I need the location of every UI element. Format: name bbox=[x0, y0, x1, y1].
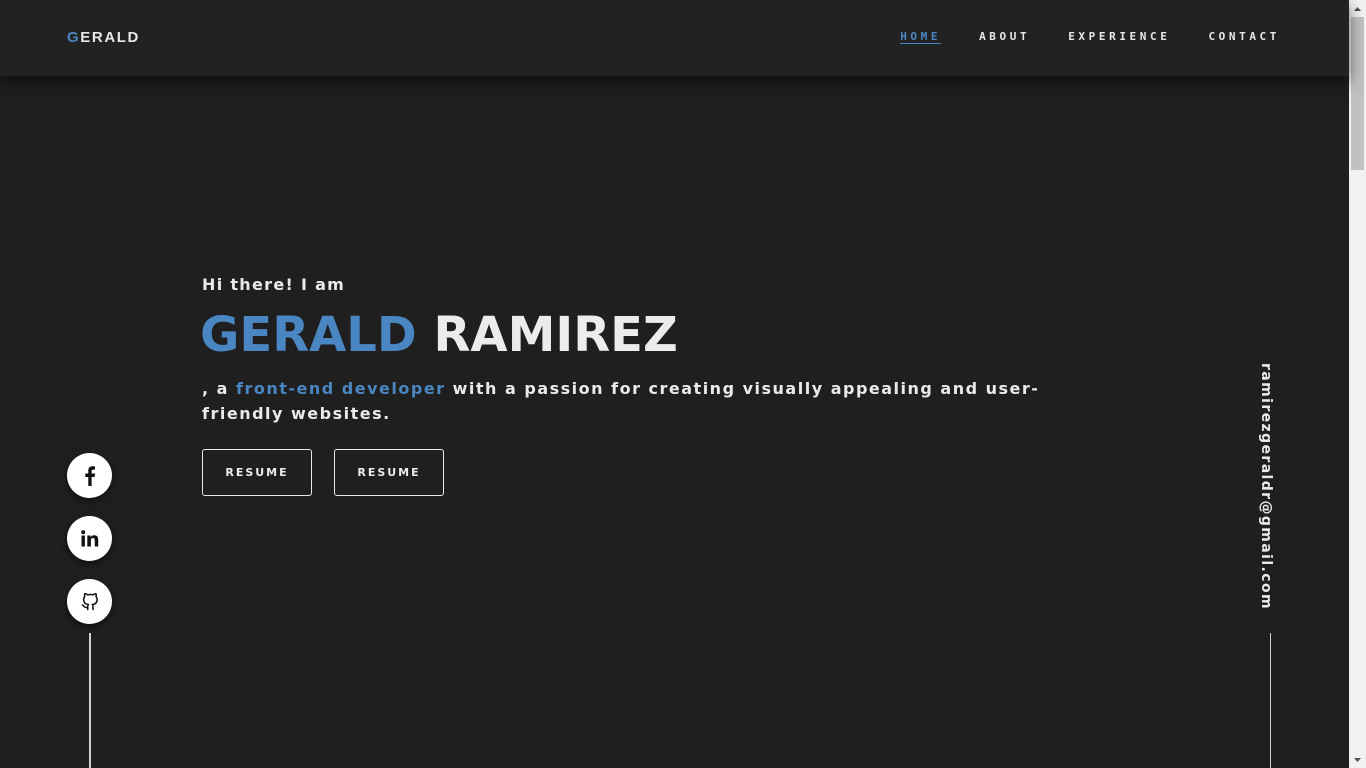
nav-home[interactable]: HOME bbox=[900, 30, 941, 43]
linkedin-link[interactable] bbox=[67, 516, 112, 561]
vertical-scrollbar[interactable] bbox=[1349, 0, 1366, 768]
main-nav: HOME ABOUT EXPERIENCE CONTACT bbox=[862, 30, 1280, 43]
scroll-up-icon[interactable] bbox=[1349, 0, 1366, 17]
github-icon bbox=[81, 592, 98, 610]
hero-tagline: , a front-end developer with a passion f… bbox=[202, 376, 1112, 426]
nav-experience[interactable]: EXPERIENCE bbox=[1068, 30, 1170, 43]
tagline-role: front-end developer bbox=[236, 379, 446, 398]
hero-first-name: GERALD bbox=[200, 307, 417, 363]
email-divider-line bbox=[1270, 633, 1271, 768]
page: GERALD HOME ABOUT EXPERIENCE CONTACT Hi … bbox=[0, 0, 1349, 768]
linkedin-icon bbox=[80, 530, 98, 547]
github-link[interactable] bbox=[67, 579, 112, 624]
nav-contact[interactable]: CONTACT bbox=[1208, 30, 1280, 43]
hero-last-name: RAMIREZ bbox=[433, 307, 678, 363]
scrollbar-thumb[interactable] bbox=[1351, 17, 1364, 170]
site-header: GERALD HOME ABOUT EXPERIENCE CONTACT bbox=[0, 0, 1349, 76]
logo-rest: ERALD bbox=[80, 29, 140, 46]
resume-button-secondary[interactable]: RESUME bbox=[334, 449, 444, 496]
hero-name: GERALD RAMIREZ bbox=[200, 304, 678, 366]
tagline-prefix: , a bbox=[202, 379, 237, 398]
facebook-link[interactable] bbox=[67, 453, 112, 498]
facebook-icon bbox=[84, 465, 95, 486]
email-link[interactable]: ramirezgeraldr@gmail.com bbox=[1258, 363, 1274, 610]
resume-button[interactable]: RESUME bbox=[202, 449, 312, 496]
nav-about[interactable]: ABOUT bbox=[979, 30, 1030, 43]
hero-greeting: Hi there! I am bbox=[202, 275, 346, 294]
logo[interactable]: GERALD bbox=[67, 29, 140, 46]
social-divider-line bbox=[89, 633, 91, 768]
logo-initial: G bbox=[67, 29, 81, 46]
scroll-down-icon[interactable] bbox=[1349, 751, 1366, 768]
